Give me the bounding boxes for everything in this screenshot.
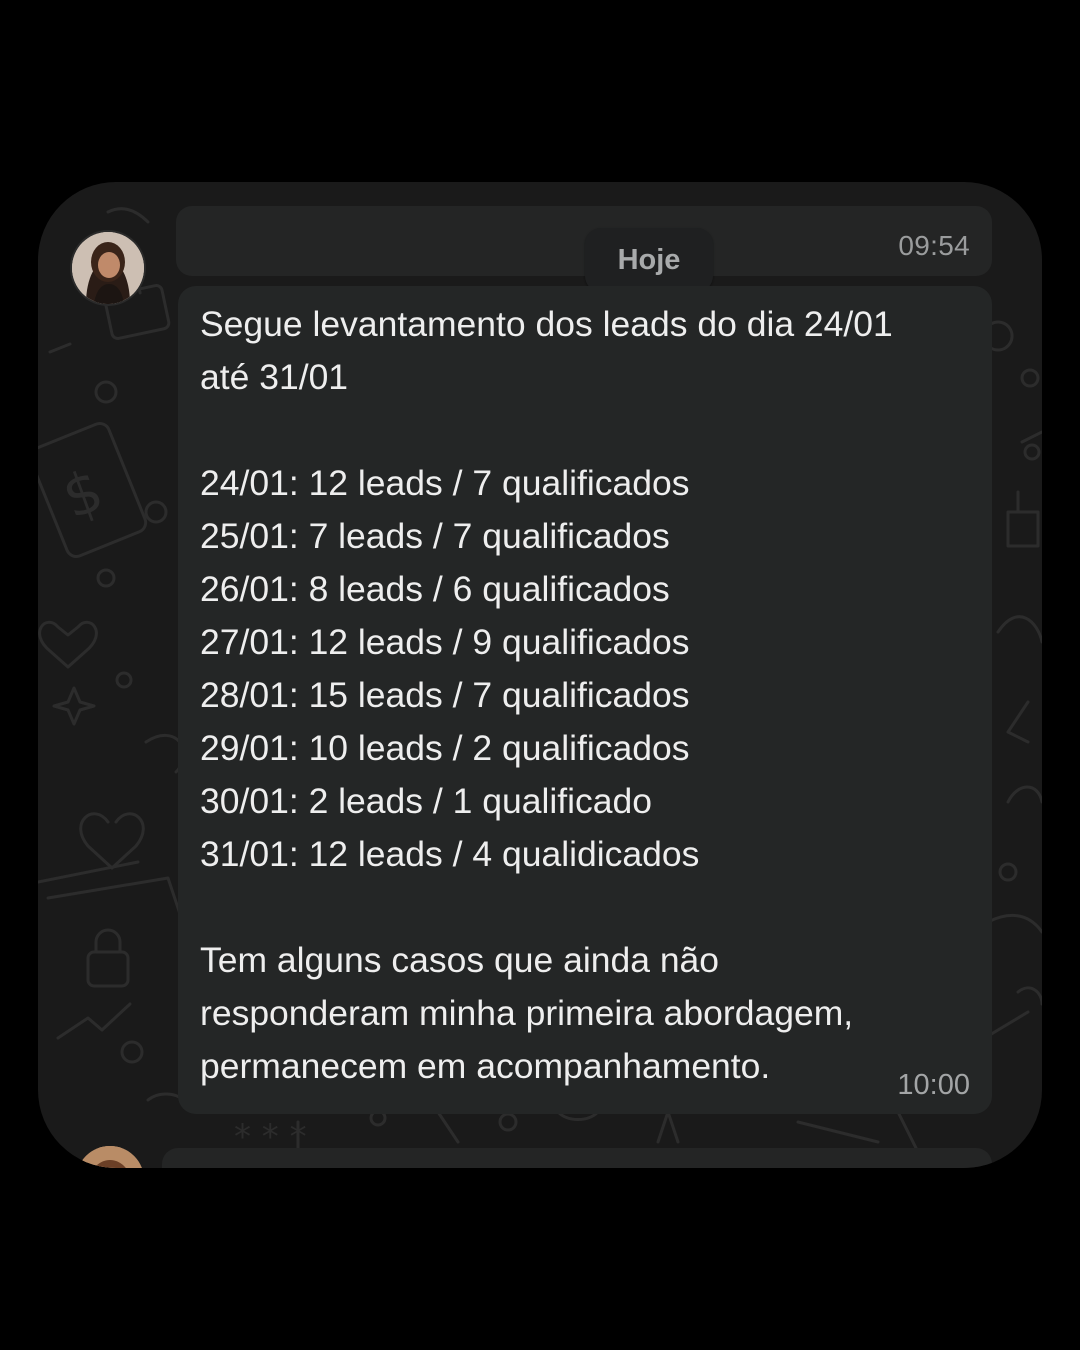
message-closing-line: permanecem em acompanhamento.: [200, 1046, 771, 1086]
chat-window: $ * * * 09:54 Hoje Segue levantamento do…: [38, 182, 1042, 1168]
message-intro-line: até 31/01: [200, 357, 349, 397]
sender-avatar[interactable]: [72, 232, 144, 304]
lead-entry: 28/01: 15 leads / 7 qualificados: [200, 675, 690, 715]
message-closing-line: responderam minha primeira abordagem,: [200, 993, 854, 1033]
date-separator: Hoje: [585, 228, 713, 292]
lead-entry: 24/01: 12 leads / 7 qualificados: [200, 463, 690, 503]
lead-entry: 29/01: 10 leads / 2 qualificados: [200, 728, 690, 768]
message-intro-line: Segue levantamento dos leads do dia 24/0…: [200, 304, 893, 344]
lead-entry: 25/01: 7 leads / 7 qualificados: [200, 516, 670, 556]
message-time: 10:00: [897, 1069, 970, 1101]
next-message-bubble[interactable]: [162, 1148, 992, 1168]
lead-entry: 31/01: 12 leads / 4 qualidicados: [200, 834, 700, 874]
lead-entry: 27/01: 12 leads / 9 qualificados: [200, 622, 690, 662]
lead-entry: 30/01: 2 leads / 1 qualificado: [200, 781, 652, 821]
message-bubble[interactable]: Segue levantamento dos leads do dia 24/0…: [178, 286, 992, 1114]
lead-entry: 26/01: 8 leads / 6 qualificados: [200, 569, 670, 609]
previous-message-time: 09:54: [898, 230, 970, 261]
previous-message-bubble[interactable]: 09:54: [176, 206, 992, 276]
message-text: Segue levantamento dos leads do dia 24/0…: [200, 298, 960, 1093]
svg-text:$: $: [54, 456, 112, 533]
message-closing-line: Tem alguns casos que ainda não: [200, 940, 720, 980]
